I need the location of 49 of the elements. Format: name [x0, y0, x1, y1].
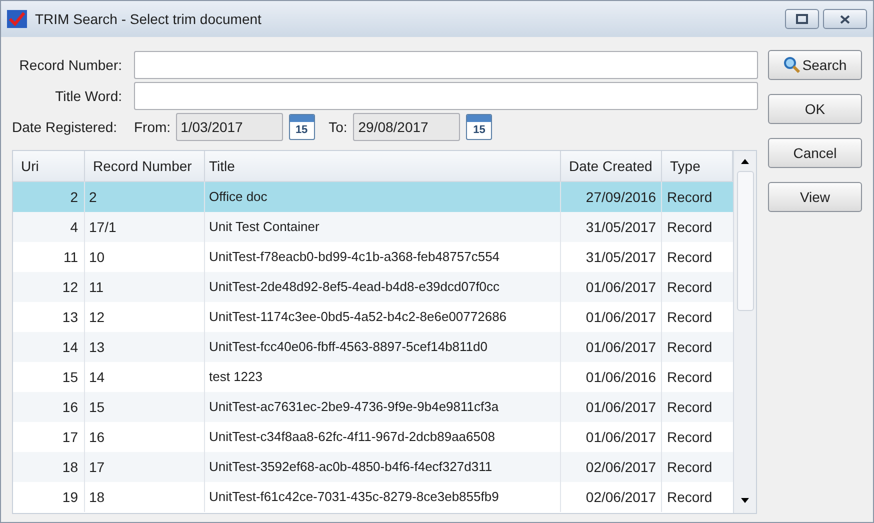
table-cell-text: Record [666, 368, 714, 387]
title-word-field[interactable] [134, 82, 758, 110]
column-header[interactable]: Record Number [85, 151, 205, 181]
table-cell: 02/06/2017 [561, 482, 662, 512]
calendar-button[interactable]: 15 [466, 114, 492, 140]
table-row[interactable]: 18 17 UnitTest-3592ef68-ac0b-4850-b4f6-f4ecf327d311 02/06/2017 Record [13, 452, 733, 482]
from-date-field[interactable]: 1/03/2017 [176, 113, 283, 141]
record-number-field[interactable] [134, 51, 758, 79]
date-registered-label: Date Registered: [12, 118, 118, 137]
table-cell-text: Record [666, 398, 714, 417]
app-icon [7, 10, 27, 28]
table-cell: 18 [85, 482, 205, 512]
search-icon [783, 56, 802, 74]
close-button[interactable] [823, 9, 867, 29]
column-header[interactable]: Uri [13, 151, 85, 181]
table-cell-text: Record [666, 428, 714, 447]
scrollbar[interactable] [733, 151, 756, 513]
table-cell-text: Record [666, 278, 714, 297]
record-number-label: Record Number: [18, 56, 123, 74]
to-date-field[interactable]: 29/08/2017 [353, 113, 460, 141]
table-cell: 19 [13, 482, 85, 512]
table-cell-text: Record [666, 308, 714, 327]
table-cell-text: Record [666, 188, 714, 207]
column-header[interactable]: Title [205, 151, 561, 181]
dialog-button[interactable]: Cancel [768, 138, 862, 168]
table-cell-text: Record [666, 218, 714, 237]
title-word-label: Title Word: [54, 86, 123, 106]
table-cell-text: Record [666, 338, 714, 357]
table-cell-text: Record [666, 488, 714, 507]
table-cell: UnitTest-f61c42ce-7031-435c-8279-8ce3eb855fb9 [205, 482, 561, 512]
table-row[interactable]: 16 15 UnitTest-ac7631ec-2be9-4736-9f9e-9b4e9811cf3a 01/06/2017 Record [13, 392, 733, 422]
dialog-button[interactable]: OK [768, 94, 862, 124]
table-row[interactable]: 2 2 Office doc 27/09/2016 Record [13, 182, 733, 212]
table-row[interactable]: 14 13 UnitTest-fcc40e06-fbff-4563-8897-5cef14b811d0 01/06/2017 Record [13, 332, 733, 362]
restore-button[interactable] [785, 9, 819, 29]
scroll-thumb[interactable] [736, 171, 754, 311]
close-icon [840, 14, 850, 24]
calendar-button[interactable]: 15 [288, 114, 315, 140]
from-label: From: [134, 118, 171, 136]
table-row[interactable]: 12 11 UnitTest-2de48d92-8ef5-4ead-b4d8-e39dcd07f0cc 01/06/2017 Record [13, 272, 733, 302]
table-cell-text: Record [666, 248, 714, 267]
column-header[interactable]: Date Created [561, 151, 662, 181]
restore-icon [796, 14, 808, 24]
to-label: To: [328, 118, 348, 136]
dialog-button[interactable]: View [768, 182, 862, 212]
table-row[interactable]: 4 17/1 Unit Test Container 31/05/2017 Record [13, 212, 733, 242]
dialog-button[interactable]: Search [768, 50, 862, 80]
table-cell-text: Record [666, 458, 714, 477]
window-title: TRIM Search - Select trim document [35, 10, 262, 28]
